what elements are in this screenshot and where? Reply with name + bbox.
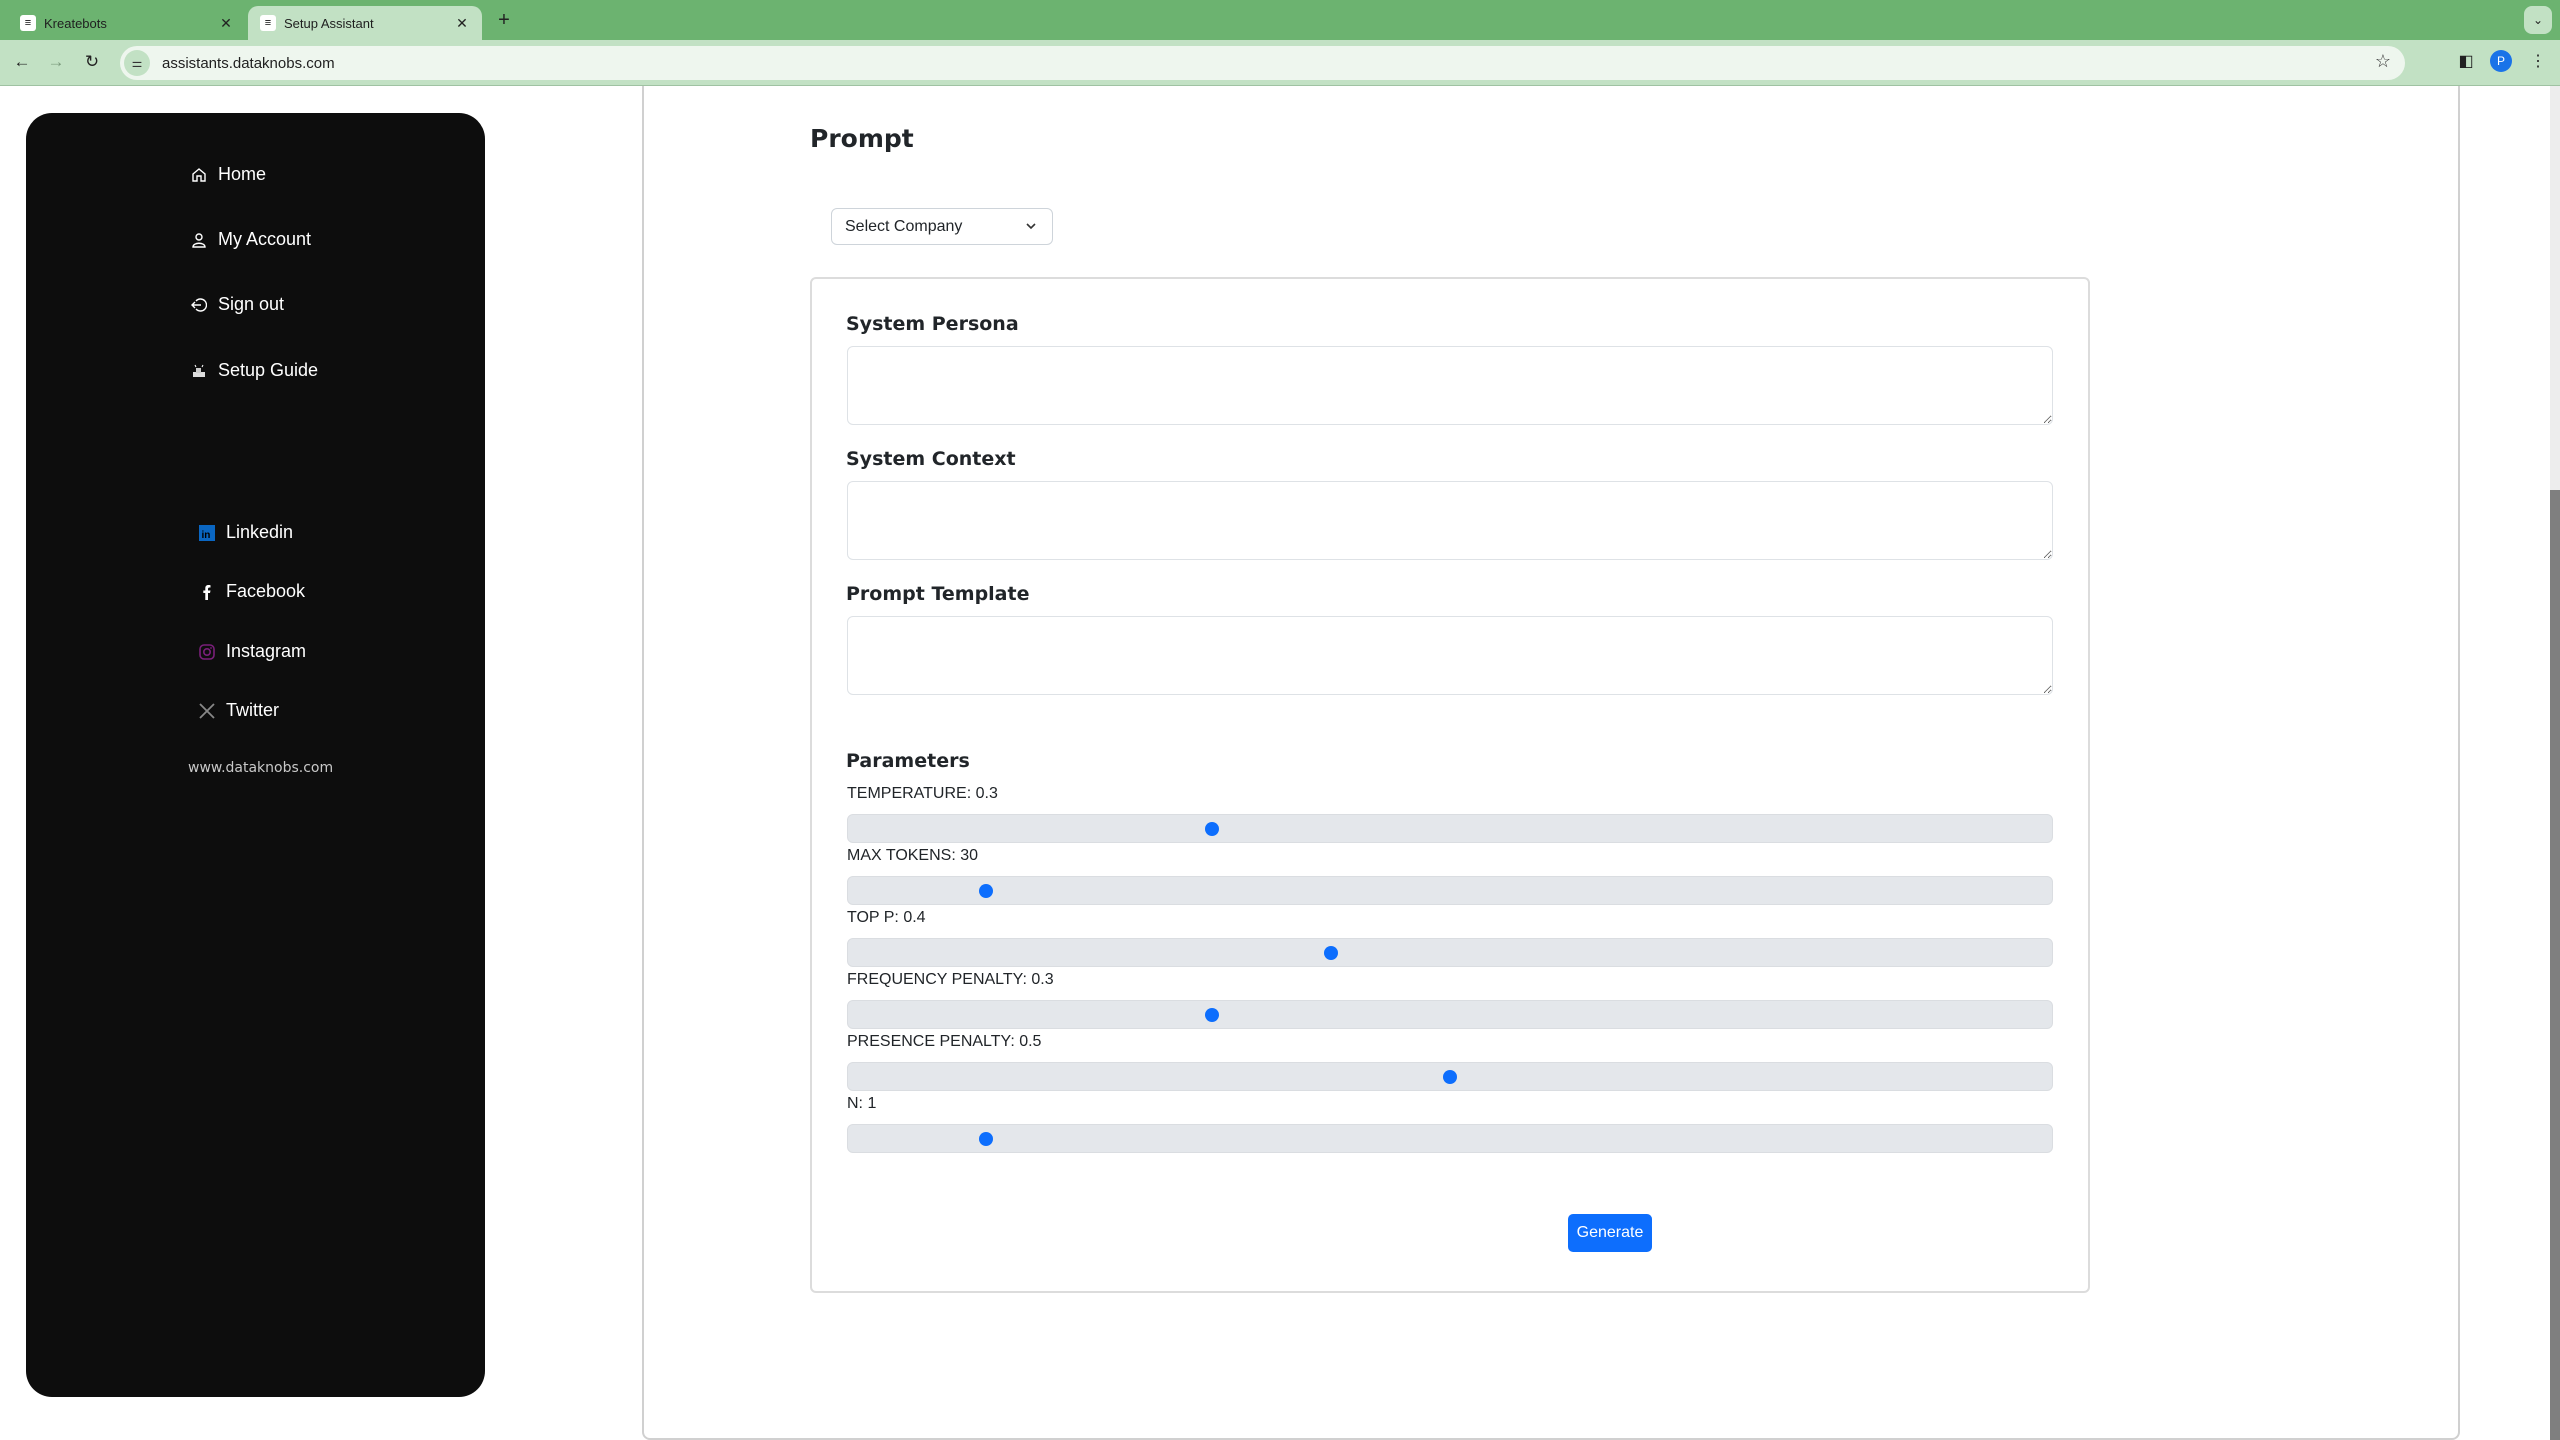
frequency-penalty-label: FREQUENCY PENALTY: 0.3 [847, 971, 1054, 988]
tab-title: Setup Assistant [284, 15, 374, 31]
new-tab-button[interactable]: + [492, 8, 516, 32]
tab-search-chevron-icon[interactable]: ⌄ [2524, 6, 2552, 34]
social-link-label: Facebook [226, 581, 306, 601]
browser-toolbar: ← → ↻ ⚌ assistants.dataknobs.com ☆ ◧ P ⋮ [0, 40, 2560, 86]
generate-button[interactable]: Generate [1568, 1214, 1652, 1252]
sidebar-item-setup-guide[interactable]: Setup Guide [190, 360, 318, 381]
social-link-facebook[interactable]: Facebook [198, 581, 305, 602]
chevron-down-icon [1024, 219, 1038, 233]
social-link-instagram[interactable]: Instagram [198, 641, 306, 662]
sidebar-item-sign-out[interactable]: Sign out [190, 294, 284, 315]
slider-thumb[interactable] [1205, 822, 1219, 836]
tab-kreatebots[interactable]: ≡ Kreatebots ✕ [8, 6, 246, 40]
home-icon [190, 166, 208, 184]
page-title: Prompt [810, 124, 914, 153]
page-scrollbar-thumb[interactable] [2550, 490, 2560, 1440]
social-link-label: Twitter [226, 700, 280, 720]
frequency-penalty-slider[interactable] [847, 1000, 2053, 1029]
max-tokens-label: MAX TOKENS: 30 [847, 847, 979, 864]
user-icon [190, 231, 208, 249]
system-context-label: System Context [846, 448, 1016, 470]
url-text[interactable]: assistants.dataknobs.com [162, 55, 335, 72]
prompt-template-label: Prompt Template [846, 583, 1030, 605]
instagram-icon [198, 643, 216, 661]
parameters-heading: Parameters [846, 750, 970, 772]
side-panel-icon[interactable]: ◧ [2454, 50, 2478, 74]
tab-title: Kreatebots [44, 15, 107, 31]
close-tab-icon[interactable]: ✕ [216, 15, 236, 32]
social-link-linkedin[interactable]: in Linkedin [198, 522, 293, 543]
linkedin-icon: in [198, 524, 216, 542]
sidebar-item-label: Sign out [218, 294, 285, 314]
system-context-input[interactable] [847, 481, 2053, 560]
temperature-slider[interactable] [847, 814, 2053, 843]
sidebar-item-label: My Account [218, 229, 312, 249]
prompt-template-input[interactable] [847, 616, 2053, 695]
sidebar-item-label: Home [218, 164, 267, 184]
address-bar[interactable]: ⚌ assistants.dataknobs.com ☆ [120, 46, 2405, 80]
n-label: N: 1 [847, 1095, 877, 1112]
browser-tab-bar: ≡ Kreatebots ✕ ≡ Setup Assistant ✕ + ⌄ [0, 0, 2560, 40]
bookmark-star-icon[interactable]: ☆ [2375, 51, 2391, 72]
close-tab-icon[interactable]: ✕ [452, 15, 472, 32]
system-persona-input[interactable] [847, 346, 2053, 425]
svg-text:in: in [202, 530, 211, 541]
slider-thumb[interactable] [978, 884, 993, 898]
more-menu-icon[interactable]: ⋮ [2526, 50, 2550, 74]
slider-thumb[interactable] [1205, 1008, 1219, 1022]
system-persona-label: System Persona [846, 313, 1019, 335]
social-link-label: Instagram [226, 641, 307, 661]
setup-guide-icon [190, 362, 208, 380]
site-favicon-icon: ≡ [260, 15, 276, 31]
website-link[interactable]: www.dataknobs.com [188, 760, 333, 776]
social-link-twitter[interactable]: Twitter [198, 700, 279, 721]
slider-thumb[interactable] [1443, 1070, 1457, 1084]
x-twitter-icon [198, 702, 216, 720]
sidebar-item-label: Setup Guide [218, 360, 319, 380]
site-favicon-icon: ≡ [20, 15, 36, 31]
facebook-icon [198, 583, 216, 601]
sidebar-item-home[interactable]: Home [190, 164, 266, 185]
sidebar-item-my-account[interactable]: My Account [190, 229, 311, 250]
top-p-label: TOP P: 0.4 [847, 909, 926, 926]
tab-setup-assistant[interactable]: ≡ Setup Assistant ✕ [248, 6, 482, 40]
presence-penalty-slider[interactable] [847, 1062, 2053, 1091]
forward-arrow-icon[interactable]: → [44, 50, 68, 74]
top-p-slider[interactable] [847, 938, 2053, 967]
company-select-value: Select Company [845, 217, 963, 235]
back-arrow-icon[interactable]: ← [10, 50, 34, 74]
sign-out-icon [190, 296, 208, 314]
n-slider[interactable] [847, 1124, 2053, 1153]
temperature-label: TEMPERATURE: 0.3 [847, 785, 998, 802]
slider-thumb[interactable] [978, 1132, 993, 1146]
slider-thumb[interactable] [1324, 946, 1338, 960]
social-link-label: Linkedin [226, 522, 294, 542]
max-tokens-slider[interactable] [847, 876, 2053, 905]
presence-penalty-label: PRESENCE PENALTY: 0.5 [847, 1033, 1042, 1050]
reload-icon[interactable]: ↻ [80, 50, 104, 74]
site-info-icon[interactable]: ⚌ [124, 50, 150, 76]
company-select[interactable]: Select Company [831, 208, 1053, 245]
profile-avatar[interactable]: P [2490, 50, 2512, 72]
